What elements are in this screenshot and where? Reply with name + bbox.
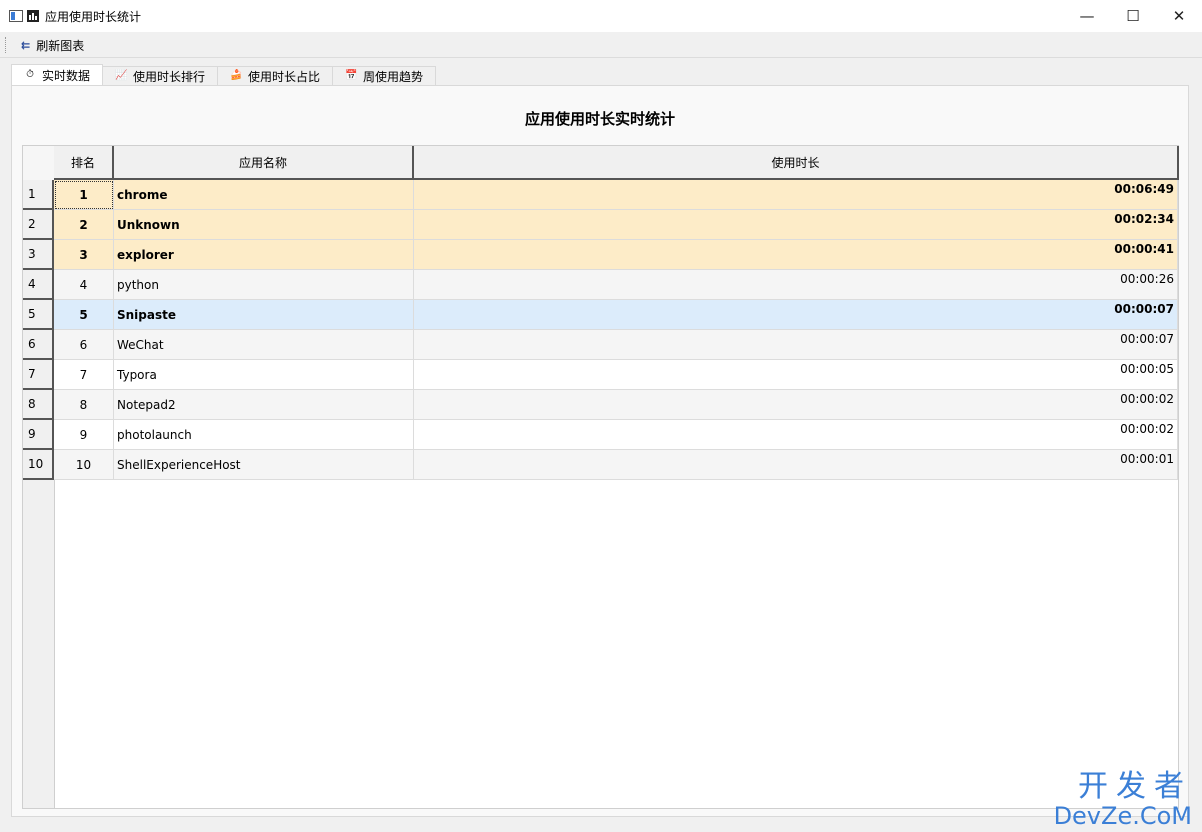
table-row[interactable]: 5 5 Snipaste 00:00:07: [23, 300, 1178, 330]
app-name-cell[interactable]: ShellExperienceHost: [114, 450, 414, 480]
tab-usage-share[interactable]: 🍰 使用时长占比: [217, 66, 334, 85]
bar-chart-icon: [27, 10, 39, 22]
tab-panel-realtime: 应用使用时长实时统计 排名 应用名称 使用时长 1 1 chrome 00:06…: [11, 85, 1189, 817]
usage-time-cell[interactable]: 00:00:01: [414, 450, 1178, 480]
window-title: 应用使用时长统计: [45, 9, 142, 24]
app-name-cell[interactable]: explorer: [114, 240, 414, 270]
table-header: 排名 应用名称 使用时长: [54, 146, 1179, 180]
row-number[interactable]: 1: [23, 180, 54, 210]
usage-time-cell[interactable]: 00:06:49: [414, 180, 1178, 210]
rank-cell[interactable]: 5: [54, 300, 114, 330]
tab-usage-ranking[interactable]: 📈 使用时长排行: [102, 66, 219, 85]
table-row[interactable]: 7 7 Typora 00:00:05: [23, 360, 1178, 390]
rank-cell[interactable]: 10: [54, 450, 114, 480]
refresh-chart-button[interactable]: ⇇ 刷新图表: [21, 37, 84, 54]
table-row[interactable]: 1 1 chrome 00:06:49: [23, 180, 1178, 210]
usage-time-cell[interactable]: 00:00:02: [414, 420, 1178, 450]
table-row[interactable]: 4 4 python 00:00:26: [23, 270, 1178, 300]
column-header-rank[interactable]: 排名: [54, 146, 114, 180]
tab-label: 实时数据: [42, 68, 91, 83]
table-row[interactable]: 9 9 photolaunch 00:00:02: [23, 420, 1178, 450]
app-name-cell[interactable]: python: [114, 270, 414, 300]
rank-cell[interactable]: 3: [54, 240, 114, 270]
app-name-cell[interactable]: chrome: [114, 180, 414, 210]
row-number[interactable]: 9: [23, 420, 54, 450]
table-row[interactable]: 10 10 ShellExperienceHost 00:00:01: [23, 450, 1178, 480]
usage-time-cell[interactable]: 00:00:05: [414, 360, 1178, 390]
app-name-cell[interactable]: Unknown: [114, 210, 414, 240]
column-header-app-name[interactable]: 应用名称: [114, 146, 414, 180]
watermark-line1: 开发者: [1078, 769, 1192, 804]
column-header-usage-time[interactable]: 使用时长: [414, 146, 1179, 180]
row-number[interactable]: 3: [23, 240, 54, 270]
tab-weekly-trend[interactable]: 📅 周使用趋势: [332, 66, 437, 85]
usage-time-cell[interactable]: 00:00:02: [414, 390, 1178, 420]
row-number[interactable]: 4: [23, 270, 54, 300]
app-name-cell[interactable]: Notepad2: [114, 390, 414, 420]
tab-label: 周使用趋势: [363, 69, 424, 84]
rank-cell[interactable]: 8: [54, 390, 114, 420]
toolbar-grip[interactable]: [5, 37, 9, 53]
pie-chart-icon: 🍰: [230, 70, 243, 81]
table-row[interactable]: 3 3 explorer 00:00:41: [23, 240, 1178, 270]
usage-time-cell[interactable]: 00:02:34: [414, 210, 1178, 240]
refresh-icon: ⇇: [21, 38, 31, 52]
title-bar: 应用使用时长统计 — ☐ ✕: [0, 0, 1202, 32]
refresh-chart-label: 刷新图表: [36, 38, 85, 53]
row-number[interactable]: 10: [23, 450, 54, 480]
usage-time-cell[interactable]: 00:00:07: [414, 330, 1178, 360]
maximize-button[interactable]: ☐: [1110, 0, 1156, 32]
usage-time-cell[interactable]: 00:00:41: [414, 240, 1178, 270]
app-name-cell[interactable]: WeChat: [114, 330, 414, 360]
app-name-cell[interactable]: Snipaste: [114, 300, 414, 330]
tab-label: 使用时长排行: [133, 69, 206, 84]
row-number[interactable]: 5: [23, 300, 54, 330]
table-row[interactable]: 2 2 Unknown 00:02:34: [23, 210, 1178, 240]
tab-label: 使用时长占比: [248, 69, 321, 84]
table-corner-button[interactable]: [23, 146, 54, 180]
rank-cell[interactable]: 9: [54, 420, 114, 450]
watermark: 开发者 DevZe.CoM: [1053, 769, 1192, 830]
calendar-icon: 📅: [345, 70, 358, 81]
rank-cell[interactable]: 1: [54, 180, 114, 210]
close-button[interactable]: ✕: [1156, 0, 1202, 32]
rank-cell[interactable]: 2: [54, 210, 114, 240]
usage-time-cell[interactable]: 00:00:07: [414, 300, 1178, 330]
rank-cell[interactable]: 4: [54, 270, 114, 300]
row-number[interactable]: 2: [23, 210, 54, 240]
tab-realtime-data[interactable]: ⏱ 实时数据: [11, 64, 104, 85]
app-name-cell[interactable]: photolaunch: [114, 420, 414, 450]
minimize-button[interactable]: —: [1064, 0, 1110, 32]
window-icon: [9, 10, 23, 22]
rank-cell[interactable]: 7: [54, 360, 114, 390]
rank-cell[interactable]: 6: [54, 330, 114, 360]
stopwatch-icon: ⏱: [26, 69, 34, 80]
watermark-line2: DevZe.CoM: [1053, 802, 1192, 830]
usage-time-cell[interactable]: 00:00:26: [414, 270, 1178, 300]
toolbar: ⇇ 刷新图表: [0, 33, 1202, 58]
row-number[interactable]: 7: [23, 360, 54, 390]
usage-table[interactable]: 排名 应用名称 使用时长 1 1 chrome 00:06:49 2 2 Unk…: [22, 145, 1179, 809]
tab-bar: ⏱ 实时数据 📈 使用时长排行 🍰 使用时长占比 📅 周使用趋势: [11, 64, 437, 86]
app-name-cell[interactable]: Typora: [114, 360, 414, 390]
line-chart-icon: 📈: [115, 70, 128, 81]
row-number[interactable]: 6: [23, 330, 54, 360]
table-row[interactable]: 6 6 WeChat 00:00:07: [23, 330, 1178, 360]
page-title: 应用使用时长实时统计: [524, 110, 675, 128]
table-row[interactable]: 8 8 Notepad2 00:00:02: [23, 390, 1178, 420]
row-number[interactable]: 8: [23, 390, 54, 420]
